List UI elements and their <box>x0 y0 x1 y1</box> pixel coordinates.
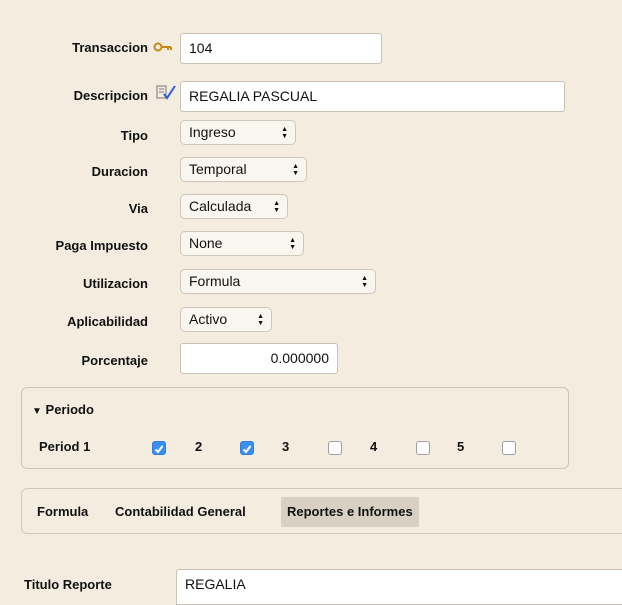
transaccion-field[interactable]: 104 <box>180 33 382 64</box>
triangle-down-icon: ▼ <box>32 406 42 417</box>
period-2-label: 2 <box>195 439 203 454</box>
tab-formula[interactable]: Formula <box>31 497 94 527</box>
period-5-checkbox[interactable] <box>502 441 516 455</box>
tipo-label: Tipo <box>120 128 148 143</box>
period-2-checkbox[interactable] <box>240 441 254 455</box>
updown-arrows-icon: ▲ ▼ <box>361 275 368 289</box>
period-4-label: 4 <box>370 439 378 454</box>
period-1-checkbox[interactable] <box>152 441 166 455</box>
updown-arrows-icon: ▲ ▼ <box>273 200 280 214</box>
paga-impuesto-select[interactable]: None ▲ ▼ <box>180 231 304 256</box>
descripcion-field[interactable]: REGALIA PASCUAL <box>180 81 565 112</box>
via-select[interactable]: Calculada ▲ ▼ <box>180 194 288 219</box>
duracion-label: Duracion <box>91 164 148 179</box>
titulo-reporte-field[interactable]: REGALIA <box>176 569 622 605</box>
utilizacion-label: Utilizacion <box>82 276 148 291</box>
updown-arrows-icon: ▲ ▼ <box>281 126 288 140</box>
utilizacion-value: Formula <box>189 273 241 289</box>
titulo-reporte-label: Titulo Reporte <box>24 577 112 592</box>
aplicabilidad-label: Aplicabilidad <box>67 314 148 329</box>
duracion-value: Temporal <box>189 161 247 177</box>
tab-bar: Formula Contabilidad General Reportes e … <box>21 488 622 534</box>
transaccion-label: Transaccion <box>72 40 148 55</box>
period-1-label: Period 1 <box>39 439 91 454</box>
updown-arrows-icon: ▲ ▼ <box>289 237 296 251</box>
periodo-title: Periodo <box>45 402 94 417</box>
checkmark-icon <box>154 445 164 454</box>
period-4-checkbox[interactable] <box>416 441 430 455</box>
via-label: Via <box>128 201 148 216</box>
descripcion-label: Descripcion <box>73 88 148 103</box>
tab-contabilidad-general[interactable]: Contabilidad General <box>109 497 252 527</box>
period-5-label: 5 <box>457 439 465 454</box>
tipo-select[interactable]: Ingreso ▲ ▼ <box>180 120 296 145</box>
paga-impuesto-label: Paga Impuesto <box>55 238 148 253</box>
checkmark-icon <box>242 445 252 454</box>
porcentaje-label: Porcentaje <box>81 353 148 368</box>
duracion-select[interactable]: Temporal ▲ ▼ <box>180 157 307 182</box>
period-3-checkbox[interactable] <box>328 441 342 455</box>
updown-arrows-icon: ▲ ▼ <box>292 163 299 177</box>
paga-impuesto-value: None <box>189 235 223 251</box>
tab-reportes-e-informes[interactable]: Reportes e Informes <box>281 497 419 527</box>
period-3-label: 3 <box>282 439 290 454</box>
utilizacion-select[interactable]: Formula ▲ ▼ <box>180 269 376 294</box>
periodo-disclosure[interactable]: ▼ Periodo <box>32 402 94 417</box>
aplicabilidad-value: Activo <box>189 311 228 327</box>
updown-arrows-icon: ▲ ▼ <box>257 313 264 327</box>
tipo-value: Ingreso <box>189 124 236 140</box>
porcentaje-field[interactable]: 0.000000 <box>180 343 338 374</box>
key-icon <box>153 42 172 52</box>
via-value: Calculada <box>189 198 252 214</box>
aplicabilidad-select[interactable]: Activo ▲ ▼ <box>180 307 272 332</box>
edit-checklist-icon <box>156 85 176 100</box>
periodo-panel: ▼ Periodo Period 1 2 3 4 5 <box>21 387 569 469</box>
